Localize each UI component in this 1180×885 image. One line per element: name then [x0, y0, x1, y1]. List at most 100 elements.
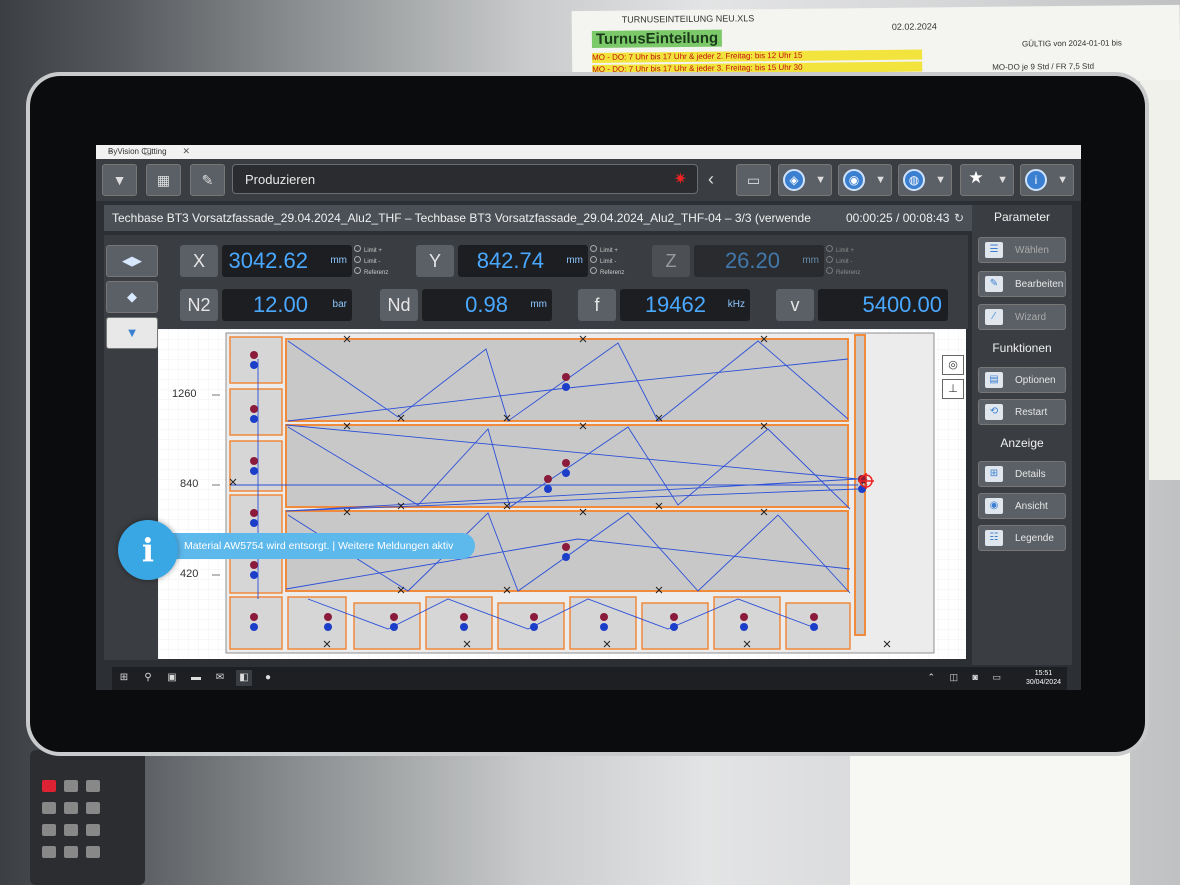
machine-view-button[interactable]: ▭ — [736, 164, 771, 196]
camera-dropdown[interactable]: ◉ ▼ — [838, 164, 892, 196]
cutting-head-icon: ▼ — [112, 172, 127, 188]
job-status-line: Techbase BT3 Vorsatzfassade_29.04.2024_A… — [104, 205, 972, 231]
z-limits: Limit + Limit - Referenz — [826, 245, 860, 278]
explorer-icon[interactable]: ▬ — [188, 670, 204, 686]
sheet-date: 02.02.2024 — [891, 21, 937, 32]
v-label: v — [776, 289, 814, 321]
favorites-dropdown[interactable]: ★ ▼ — [960, 164, 1014, 196]
head-align-button[interactable]: ◆ — [106, 281, 158, 313]
z-unit: mm — [802, 255, 819, 266]
operator-button[interactable]: ✎ — [190, 164, 225, 196]
machine-view-icon: ▭ — [746, 172, 761, 188]
target-icon: ◎ — [948, 359, 958, 371]
job-time: 00:00:25 / 00:08:43 — [846, 211, 950, 225]
restart-icon: ⟲ — [985, 404, 1003, 420]
layer-dropdown[interactable]: ◈ ▼ — [778, 164, 832, 196]
details-button[interactable]: ⊞ Details — [978, 461, 1066, 487]
x-label: X — [180, 245, 218, 277]
cut-head-button[interactable]: ▼ — [106, 317, 158, 349]
job-name: Techbase BT3 Vorsatzfassade_29.04.2024_A… — [112, 211, 811, 225]
f-label: f — [578, 289, 616, 321]
mode-field[interactable]: Produzieren ✷ — [232, 164, 698, 194]
refresh-icon[interactable]: ↻ — [954, 205, 964, 231]
layer-icon: ◈ — [783, 169, 805, 191]
wall-sheet-right — [1140, 80, 1180, 480]
f-value: 19462 kHz — [620, 289, 750, 321]
notification-message[interactable]: Material AW5754 wird entsorgt. | Weitere… — [170, 533, 475, 559]
operator-icon: ✎ — [201, 172, 214, 188]
task-view-icon[interactable]: ▣ — [164, 670, 180, 686]
sheet-heading: TurnusEinteilung — [591, 29, 723, 48]
y-limits: Limit + Limit - Referenz — [590, 245, 624, 278]
parameter-heading: Parameter — [993, 210, 1051, 224]
mail-icon[interactable]: ✉ — [212, 670, 228, 686]
x-unit: mm — [330, 255, 347, 266]
app-icon[interactable]: ● — [260, 670, 276, 686]
system-tray[interactable]: ⌃ ◫ ◙ ▭ — [928, 672, 1008, 683]
anzeige-heading: Anzeige — [1000, 436, 1044, 450]
canvas-side-tools: ◎ ⊥ — [942, 355, 964, 403]
mode-label: Produzieren — [245, 172, 316, 187]
ansicht-button[interactable]: ◉ Ansicht — [978, 493, 1066, 519]
back-chevron-icon[interactable]: ‹ — [708, 164, 714, 194]
v-value: 5400.00 — [818, 289, 948, 321]
info-icon: i — [1025, 169, 1047, 191]
y-unit: mm — [566, 255, 583, 266]
align-icon: ◆ — [127, 289, 137, 304]
document-icon: ▤ — [985, 372, 1003, 388]
y-tick-1260: 1260 — [172, 388, 197, 400]
axis-readouts: X 3042.62 mm Limit + Limit - Referenz Y 842… — [158, 235, 968, 329]
search-icon[interactable]: ⚲ — [140, 670, 156, 686]
zoom-fit-button[interactable]: ◎ — [942, 355, 964, 375]
chevron-down-icon: ▼ — [815, 174, 826, 186]
nd-label: Nd — [380, 289, 418, 321]
right-panel: Parameter ☰ Wählen ✎ Bearbeiten ⁄ Wizard Fu… — [972, 205, 1072, 665]
x-value: 3042.62 mm — [222, 245, 352, 277]
legende-button[interactable]: ☷ Legende — [978, 525, 1066, 551]
f-unit: kHz — [727, 299, 745, 310]
nd-unit: mm — [530, 299, 547, 310]
waehlen-button[interactable]: ☰ Wählen — [978, 237, 1066, 263]
cutting-app-icon[interactable]: ◧ — [236, 670, 252, 686]
y-tick-420: 420 — [180, 568, 199, 580]
z-value: 26.20 mm — [694, 245, 824, 277]
start-icon[interactable]: ⊞ — [116, 670, 132, 686]
window-titlebar: ByVision Cutting – ▢ ✕ — [96, 145, 1081, 159]
taskbar-clock[interactable]: 15:51 30/04/2024 — [1026, 669, 1061, 687]
camera-icon: ◉ — [843, 169, 865, 191]
cutting-head-button[interactable]: ▼ — [102, 164, 137, 196]
info-notification-icon[interactable]: i — [118, 520, 178, 580]
left-tool-column: ◀▶ ◆ ▼ — [104, 235, 158, 660]
sheet-row-1: MO - DO: 7 Uhr bis 17 Uhr & jeder 2. Fre… — [592, 49, 923, 63]
bearbeiten-button[interactable]: ✎ Bearbeiten — [978, 271, 1066, 297]
y-tick-840: 840 — [180, 478, 199, 490]
globe-dropdown[interactable]: ◍ ▼ — [898, 164, 952, 196]
info-dropdown[interactable]: i ▼ — [1020, 164, 1074, 196]
clock-date: 30/04/2024 — [1025, 679, 1061, 686]
sheet-stack-icon: ▦ — [156, 172, 171, 188]
head-locate-button[interactable]: ⊥ — [942, 379, 964, 399]
optionen-button[interactable]: ▤ Optionen — [978, 367, 1066, 393]
n2-label: N2 — [180, 289, 218, 321]
star-icon: ★ — [968, 168, 984, 187]
sheet-stack-button[interactable]: ▦ — [146, 164, 181, 196]
sheet-validity: GÜLTIG von 2024-01-01 bis — [1021, 38, 1122, 49]
funktionen-heading: Funktionen — [992, 341, 1052, 355]
y-value: 842.74 mm — [458, 245, 588, 277]
nesting-canvas[interactable]: 1260 840 420 — [158, 329, 966, 659]
nozzle-view-button[interactable]: ◀▶ — [106, 245, 158, 277]
edit-icon: ✎ — [985, 276, 1003, 292]
wand-icon: ⁄ — [985, 309, 1003, 325]
y-label: Y — [416, 245, 454, 277]
n2-unit: bar — [332, 299, 347, 310]
windows-taskbar: ⊞ ⚲ ▣ ▬ ✉ ◧ ● ⌃ ◫ ◙ ▭ 15:51 30/04/2024 — [112, 667, 1067, 690]
restart-button[interactable]: ⟲ Restart — [978, 399, 1066, 425]
window-controls[interactable]: – ▢ ✕ — [108, 146, 1073, 157]
wall-sheet-bottom — [850, 740, 1130, 885]
wizard-button[interactable]: ⁄ Wizard — [978, 304, 1066, 330]
screen: ByVision Cutting – ▢ ✕ ▼ ▦ ✎ Produzieren… — [96, 145, 1081, 690]
details-icon: ⊞ — [985, 466, 1003, 482]
laser-icon: ✷ — [673, 171, 687, 188]
z-label: Z — [652, 245, 690, 277]
nesting-drawing — [158, 329, 966, 659]
